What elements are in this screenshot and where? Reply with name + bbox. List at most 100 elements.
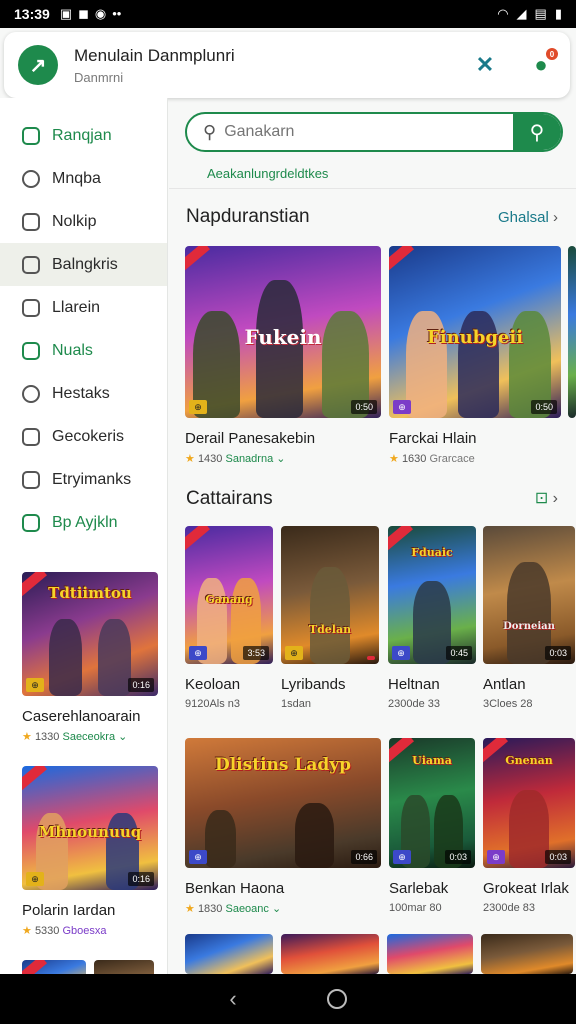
- game-title: Keoloan: [185, 676, 241, 693]
- sidebar-item-mnqba[interactable]: Mnqba: [0, 157, 167, 200]
- character-figure: [508, 790, 550, 868]
- sidebar-game-card[interactable]: Tdtiimtou ⊕ 0:16 Caserehlanoarain ★ 1330…: [22, 572, 160, 743]
- duration-label: 0:03: [445, 850, 471, 864]
- search-hint[interactable]: Aeakanlungrdeldtkes: [207, 166, 328, 181]
- sidebar-item-nuals[interactable]: Nuals: [0, 329, 167, 372]
- search-icon: ⚲: [529, 121, 545, 144]
- game-rating: 1430: [197, 453, 223, 465]
- character-figure: [49, 619, 82, 696]
- game-thumbnail[interactable]: [481, 934, 573, 974]
- sidebar-item-etryimanks[interactable]: Etryimanks: [0, 458, 167, 501]
- back-button[interactable]: ‹: [229, 986, 236, 1012]
- see-all-link[interactable]: Ghalsal ›: [498, 209, 558, 226]
- game-banner: Fukein: [244, 325, 322, 350]
- ribbon: [389, 246, 415, 273]
- duration-label: 0:03: [545, 850, 571, 864]
- sidebar-item-label: Mnqba: [52, 169, 101, 187]
- sidebar-item-bp-ayjkln[interactable]: Bp Ayjkln: [0, 501, 167, 544]
- sidebar-item-label: Ranqjan: [52, 126, 112, 144]
- game-banner: Dorneian: [503, 621, 555, 633]
- chevron-down-icon: ⌄: [276, 453, 286, 465]
- game-thumbnail[interactable]: [185, 934, 273, 974]
- sidebar-item-nolkip[interactable]: Nolkip: [0, 200, 167, 243]
- card-row: [185, 934, 575, 974]
- game-card[interactable]: Ganang ⊕ 3:53 Keoloan 9120Als n3: [185, 526, 273, 710]
- search-icon: ⚲: [203, 121, 217, 142]
- sidebar-item-ranqjan[interactable]: Ranqjan: [0, 114, 167, 157]
- game-card[interactable]: Fduaic ⊕ 0:45 Heltnan 2300de 33: [388, 526, 476, 710]
- game-genre: Grarcace: [429, 453, 475, 465]
- game-card[interactable]: Uiama ⊕ 0:03 Sarlebak 100mar 80: [389, 738, 475, 914]
- ribbon: [22, 766, 48, 793]
- game-thumbnail: [94, 960, 154, 974]
- game-meta: ★ 1330 Saeceokra ⌄: [22, 730, 160, 743]
- game-rating: 5330: [34, 925, 60, 937]
- star-icon: ★: [185, 903, 195, 915]
- game-card[interactable]: Tdelan ⊕ Lyribands 1sdan: [281, 526, 379, 710]
- game-banner: Dlistins Ladyp: [214, 755, 351, 776]
- rating-tag: ⊕: [189, 400, 207, 414]
- game-banner: Tdelan: [308, 622, 352, 636]
- game-rating: 1830: [197, 903, 223, 915]
- game-thumbnail: Mhnounuuq ⊕ 0:16: [22, 766, 158, 890]
- app-logo-icon[interactable]: ↗: [18, 45, 58, 85]
- status-bar: 13:39 ▣ ◼ ◉ •• ◠ ◢ ▤ ▮: [0, 0, 576, 28]
- sidebar-item-hestaks[interactable]: Hestaks: [0, 372, 167, 415]
- main-content: ⚲ ⚲ Aeakanlungrdeldtkes Napduranstian Gh…: [169, 98, 576, 974]
- building-figure: [204, 809, 236, 868]
- more-button[interactable]: ⊡ ›: [535, 488, 558, 508]
- system-icons: ◠ ◢ ▤ ▮: [497, 6, 562, 22]
- game-meta: 1sdan: [281, 698, 311, 710]
- featured-game-card[interactable]: Fukein ⊕ 0:50 Derail Panesakebin ★ 1430 …: [185, 246, 381, 465]
- bookmark-icon: [22, 513, 40, 532]
- game-thumbnail: Dorneian 0:03: [483, 526, 575, 664]
- tools-button[interactable]: ✕: [470, 50, 500, 80]
- duration-label: 0:16: [128, 872, 154, 886]
- section-title: Napduranstian: [186, 206, 310, 227]
- game-rating: 1630: [401, 453, 427, 465]
- divider: [169, 188, 576, 189]
- game-thumbnail[interactable]: [387, 934, 473, 974]
- star-icon: ★: [22, 731, 32, 743]
- game-genre: Gboesxa: [62, 925, 107, 937]
- app-header: ↗ Menulain Danmplunri Danmrni ✕ ● 0: [4, 32, 570, 98]
- home-button[interactable]: [326, 989, 347, 1009]
- game-thumbnail: Fduaic ⊕ 0:45: [388, 526, 476, 664]
- game-title: Farckai Hlain: [389, 430, 477, 447]
- game-meta: 3Cloes 28: [483, 698, 533, 710]
- game-card[interactable]: Dorneian 0:03 Antlan 3Cloes 28: [483, 526, 575, 710]
- character-figure: [98, 619, 131, 696]
- game-meta: ★ 1630 Grarcace: [389, 452, 561, 465]
- game-card[interactable]: Gnenan ⊕ 0:03 Grokeat Irlak 2300de 83: [483, 738, 575, 914]
- search-input[interactable]: [224, 123, 485, 141]
- game-genre: Saeceokra: [62, 731, 116, 743]
- game-title: Derail Panesakebin: [185, 430, 316, 447]
- game-thumbnail[interactable]: [281, 934, 379, 974]
- rating-tag: ⊕: [392, 646, 410, 660]
- sidebar-item-balngkris[interactable]: Balngkris: [0, 243, 167, 286]
- duration-label: 0:50: [531, 400, 557, 414]
- game-banner: Fduaic: [411, 545, 453, 559]
- notifications-button[interactable]: ● 0: [526, 48, 558, 80]
- game-genre: Sanadrna: [225, 453, 274, 465]
- sidebar-item-llarein[interactable]: Llarein: [0, 286, 167, 329]
- star-icon: ★: [185, 453, 195, 465]
- ribbon: [22, 960, 48, 974]
- header-titles: Menulain Danmplunri Danmrni: [74, 46, 235, 85]
- game-banner: Mhnounuuq: [38, 822, 142, 841]
- game-meta: 2300de 83: [483, 902, 535, 914]
- sidebar-item-gecokeris[interactable]: Gecokeris: [0, 415, 167, 458]
- rating-tag: ⊕: [26, 872, 44, 886]
- game-thumbnail: Dlistins Ladyp ⊕ 0:66: [185, 738, 381, 868]
- duration-label: [367, 656, 375, 660]
- sidebar-game-card[interactable]: [22, 960, 160, 974]
- sidebar-item-label: Gecokeris: [52, 427, 125, 445]
- featured-game-card-partial[interactable]: [568, 246, 576, 418]
- search-button[interactable]: ⚲: [513, 114, 561, 150]
- game-card[interactable]: Dlistins Ladyp ⊕ 0:66 Benkan Haona ★ 183…: [185, 738, 381, 915]
- square-icon: [22, 470, 40, 489]
- sidebar-item-label: Hestaks: [52, 384, 110, 402]
- sidebar-game-card[interactable]: Mhnounuuq ⊕ 0:16 Polarin Iardan ★ 5330 G…: [22, 766, 160, 937]
- featured-game-card[interactable]: Finubgeii ⊕ 0:50 Farckai Hlain ★ 1630 Gr…: [389, 246, 561, 465]
- app-subtitle: Danmrni: [74, 69, 124, 85]
